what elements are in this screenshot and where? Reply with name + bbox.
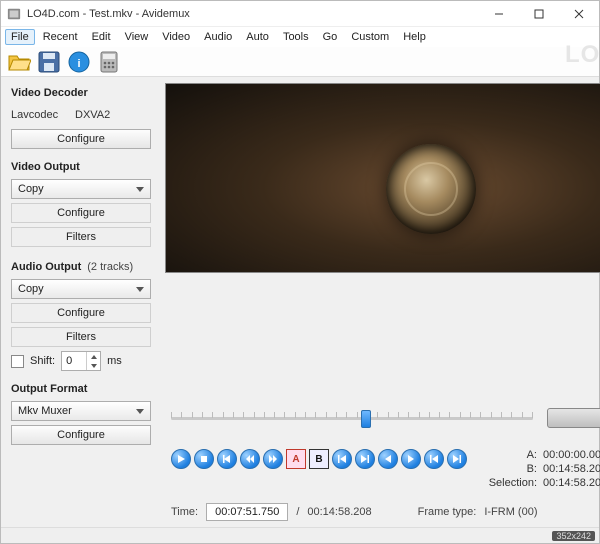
- info-icon[interactable]: i: [67, 50, 91, 74]
- menu-audio[interactable]: Audio: [198, 29, 238, 45]
- decoder-configure-button[interactable]: Configure: [11, 129, 151, 149]
- chevron-down-icon: [136, 187, 144, 192]
- app-icon: [7, 7, 21, 21]
- shift-spinner[interactable]: 0: [61, 351, 101, 371]
- time-label: Time:: [171, 506, 198, 518]
- menu-auto[interactable]: Auto: [240, 29, 275, 45]
- output-format-configure-button[interactable]: Configure: [11, 425, 151, 445]
- menu-view[interactable]: View: [119, 29, 155, 45]
- audio-output-select[interactable]: Copy: [11, 279, 151, 299]
- close-button[interactable]: [559, 1, 599, 26]
- rewind-button[interactable]: [240, 449, 260, 469]
- video-output-select[interactable]: Copy: [11, 179, 151, 199]
- menu-go[interactable]: Go: [317, 29, 344, 45]
- decoder-accel-value: DXVA2: [75, 109, 110, 121]
- marker-a-label: A:: [481, 449, 537, 461]
- menu-tools[interactable]: Tools: [277, 29, 315, 45]
- video-decoder-header: Video Decoder: [11, 87, 151, 99]
- preview-dimensions: 352x242: [552, 531, 595, 541]
- menu-custom[interactable]: Custom: [345, 29, 395, 45]
- window-title: LO4D.com - Test.mkv - Avidemux: [27, 8, 479, 20]
- shift-unit: ms: [107, 355, 122, 367]
- next-black-button[interactable]: [447, 449, 467, 469]
- frame-type-label: Frame type:: [418, 506, 477, 518]
- chevron-down-icon: [136, 287, 144, 292]
- mark-a-button[interactable]: A: [286, 449, 306, 469]
- video-output-filters-button: Filters: [11, 227, 151, 247]
- selection-value: 00:14:58.208: [543, 477, 600, 489]
- mark-b-button[interactable]: B: [309, 449, 329, 469]
- shift-label: Shift:: [30, 355, 55, 367]
- time-current[interactable]: 00:07:51.750: [206, 503, 288, 521]
- audio-output-filters-button: Filters: [11, 327, 151, 347]
- video-preview: DIVX+ HD: [165, 83, 600, 273]
- forward-button[interactable]: [263, 449, 283, 469]
- maximize-button[interactable]: [519, 1, 559, 26]
- next-key-button[interactable]: [355, 449, 375, 469]
- spin-up[interactable]: [87, 352, 100, 361]
- titlebar: LO4D.com - Test.mkv - Avidemux: [1, 1, 599, 27]
- menu-file[interactable]: File: [5, 29, 35, 45]
- play-button[interactable]: [171, 449, 191, 469]
- shift-checkbox[interactable]: [11, 355, 24, 368]
- marker-b-value: 00:14:58.208: [543, 463, 600, 475]
- minimize-button[interactable]: [479, 1, 519, 26]
- menu-recent[interactable]: Recent: [37, 29, 84, 45]
- jog-wheel[interactable]: [547, 408, 600, 428]
- prev-black-button[interactable]: [424, 449, 444, 469]
- open-icon[interactable]: [7, 50, 31, 74]
- seek-slider[interactable]: [171, 408, 533, 428]
- marker-a-value: 00:00:00.000: [543, 449, 600, 461]
- svg-text:i: i: [77, 58, 80, 70]
- prev-key-button[interactable]: [332, 449, 352, 469]
- audio-tracks-note: (2 tracks): [87, 261, 133, 273]
- menu-video[interactable]: Video: [156, 29, 196, 45]
- menu-help[interactable]: Help: [397, 29, 432, 45]
- video-output-header: Video Output: [11, 161, 151, 173]
- video-output-configure-button: Configure: [11, 203, 151, 223]
- time-total: 00:14:58.208: [307, 506, 371, 518]
- next-cut-button[interactable]: [401, 449, 421, 469]
- prev-cut-button[interactable]: [378, 449, 398, 469]
- calc-icon[interactable]: [97, 50, 121, 74]
- sidebar: Video Decoder Lavcodec DXVA2 Configure V…: [1, 77, 161, 527]
- output-format-select[interactable]: Mkv Muxer: [11, 401, 151, 421]
- statusbar: 352x242: [1, 527, 599, 543]
- output-format-header: Output Format: [11, 383, 151, 395]
- audio-output-header: Audio Output: [11, 261, 81, 273]
- lavcodec-label: Lavcodec: [11, 109, 69, 121]
- spin-down[interactable]: [87, 361, 100, 370]
- time-sep: /: [296, 506, 299, 518]
- menubar: FileRecentEditViewVideoAudioAutoToolsGoC…: [1, 27, 599, 47]
- audio-output-configure-button: Configure: [11, 303, 151, 323]
- chevron-down-icon: [136, 409, 144, 414]
- toolbar: i: [1, 47, 599, 77]
- prev-frame-button[interactable]: [217, 449, 237, 469]
- menu-edit[interactable]: Edit: [86, 29, 117, 45]
- save-icon[interactable]: [37, 50, 61, 74]
- frame-type-value: I-FRM (00): [484, 506, 537, 518]
- stop-button[interactable]: [194, 449, 214, 469]
- selection-label: Selection:: [481, 477, 537, 489]
- marker-b-label: B:: [481, 463, 537, 475]
